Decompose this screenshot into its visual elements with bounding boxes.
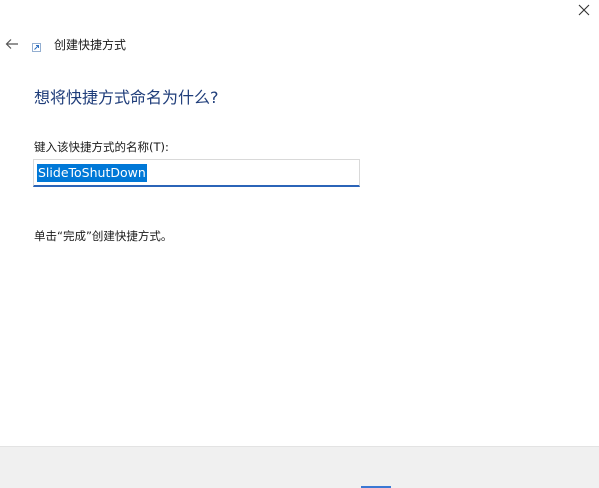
shortcut-name-value: SlideToShutDown (37, 163, 147, 182)
finish-hint: 单击“完成”创建快捷方式。 (34, 229, 173, 243)
back-button[interactable] (2, 34, 22, 54)
shortcut-name-input[interactable]: SlideToShutDown (33, 159, 360, 187)
window-title: 创建快捷方式 (54, 38, 127, 52)
close-button[interactable] (569, 0, 599, 26)
footer-bar (0, 446, 599, 488)
back-arrow-icon (5, 39, 18, 49)
shortcut-icon (32, 42, 41, 52)
title-row: 创建快捷方式 (32, 36, 126, 53)
page-heading: 想将快捷方式命名为什么? (34, 88, 219, 107)
close-icon (578, 4, 590, 16)
shortcut-name-label: 键入该快捷方式的名称(T): (34, 140, 169, 154)
